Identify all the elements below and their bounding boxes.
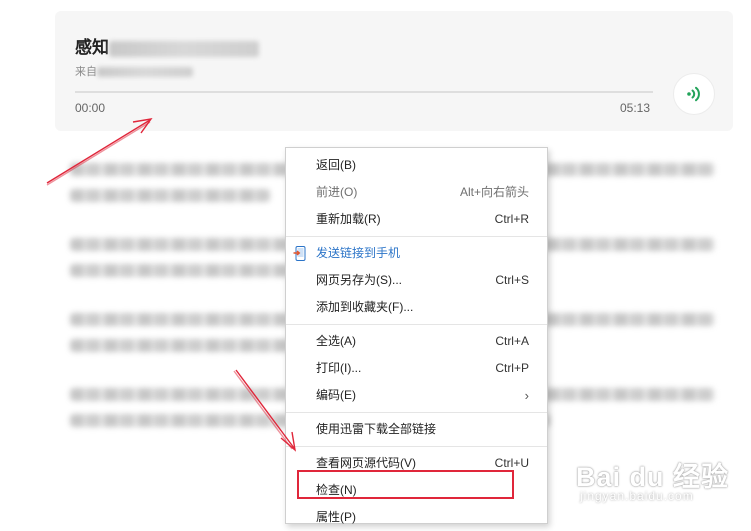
menu-item-label: 编码(E) bbox=[316, 388, 356, 402]
audio-current-time: 00:00 bbox=[75, 101, 106, 115]
menu-separator bbox=[286, 446, 547, 447]
audio-title-text: 感知 bbox=[75, 38, 109, 57]
menu-item-encoding[interactable]: 编码(E) › bbox=[286, 382, 547, 409]
audio-title-redacted bbox=[109, 40, 259, 57]
menu-item-send-link-to-phone[interactable]: 发送链接到手机 bbox=[286, 240, 547, 267]
menu-separator bbox=[286, 236, 547, 237]
audio-title: 感知 bbox=[75, 33, 259, 58]
menu-item-thunder-download-all[interactable]: 使用迅雷下载全部链接 bbox=[286, 416, 547, 443]
menu-item-label: 添加到收藏夹(F)... bbox=[316, 300, 414, 314]
menu-item-shortcut: Alt+向右箭头 bbox=[459, 185, 529, 199]
menu-item-view-source[interactable]: 查看网页源代码(V) Ctrl+U bbox=[286, 450, 547, 477]
chevron-right-icon: › bbox=[524, 388, 529, 403]
menu-item-forward[interactable]: 前进(O) Alt+向右箭头 bbox=[286, 179, 547, 206]
menu-item-print[interactable]: 打印(I)... Ctrl+P bbox=[286, 355, 547, 382]
menu-item-label: 查看网页源代码(V) bbox=[316, 456, 416, 470]
menu-item-label: 使用迅雷下载全部链接 bbox=[316, 422, 437, 436]
menu-item-back[interactable]: 返回(B) bbox=[286, 152, 547, 179]
menu-item-shortcut: Ctrl+P bbox=[495, 361, 529, 375]
article-text-line bbox=[70, 189, 270, 202]
audio-play-button[interactable] bbox=[673, 73, 715, 115]
menu-item-label: 返回(B) bbox=[316, 158, 356, 172]
menu-item-label: 打印(I)... bbox=[316, 361, 362, 375]
audio-total-time: 05:13 bbox=[620, 101, 651, 115]
menu-item-inspect[interactable]: 检查(N) bbox=[286, 477, 547, 504]
menu-separator bbox=[286, 324, 547, 325]
baidu-jingyan-watermark: Bai du 经验 jingyan.baidu.com bbox=[576, 455, 746, 517]
menu-item-label: 发送链接到手机 bbox=[316, 246, 401, 260]
audio-player-card: 感知 来自 00:00 05:13 bbox=[55, 11, 733, 131]
watermark-url: jingyan.baidu.com bbox=[580, 489, 694, 503]
menu-item-label: 前进(O) bbox=[316, 185, 358, 199]
menu-item-shortcut: Ctrl+A bbox=[495, 334, 529, 348]
menu-item-label: 重新加载(R) bbox=[316, 212, 381, 226]
sound-wave-icon bbox=[687, 86, 700, 102]
menu-separator bbox=[286, 412, 547, 413]
phone-send-icon bbox=[293, 246, 306, 261]
audio-progress-bar[interactable] bbox=[75, 91, 653, 93]
menu-item-add-to-favorites[interactable]: 添加到收藏夹(F)... bbox=[286, 294, 547, 321]
menu-item-label: 检查(N) bbox=[316, 483, 357, 497]
menu-item-save-page-as[interactable]: 网页另存为(S)... Ctrl+S bbox=[286, 267, 547, 294]
audio-source-redacted bbox=[97, 67, 193, 78]
menu-item-reload[interactable]: 重新加载(R) Ctrl+R bbox=[286, 206, 547, 233]
menu-item-properties[interactable]: 属性(P) bbox=[286, 504, 547, 531]
context-menu: 返回(B) 前进(O) Alt+向右箭头 重新加载(R) Ctrl+R 发送链接… bbox=[285, 147, 548, 524]
menu-item-select-all[interactable]: 全选(A) Ctrl+A bbox=[286, 328, 547, 355]
menu-item-shortcut: Ctrl+S bbox=[495, 273, 529, 287]
article-text-line bbox=[70, 264, 310, 277]
menu-item-shortcut: Ctrl+U bbox=[494, 456, 529, 470]
audio-source-text: 来自 bbox=[75, 66, 97, 78]
menu-item-label: 全选(A) bbox=[316, 334, 356, 348]
menu-item-shortcut: Ctrl+R bbox=[494, 212, 529, 226]
audio-source: 来自 bbox=[75, 63, 193, 79]
menu-item-label: 网页另存为(S)... bbox=[316, 273, 402, 287]
watermark-brand: Bai du 经验 bbox=[576, 462, 730, 492]
